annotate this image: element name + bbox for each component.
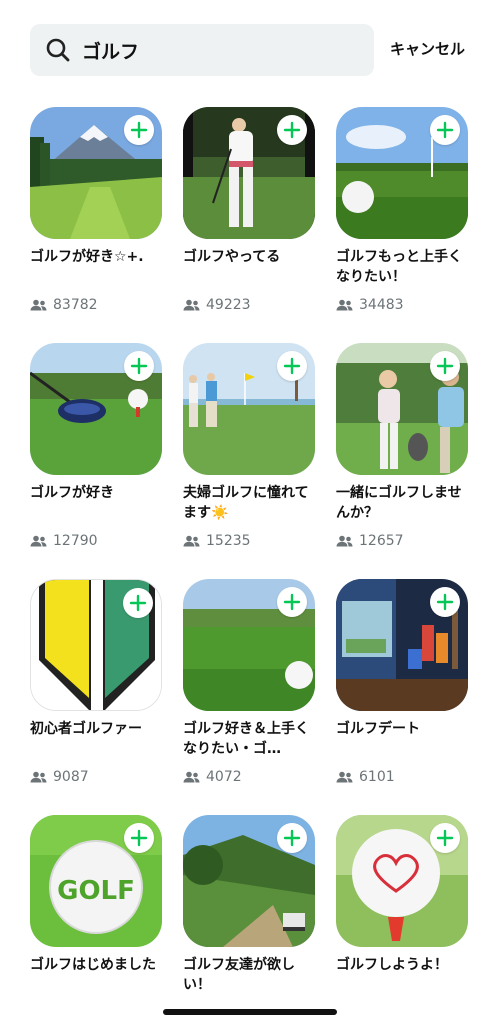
join-button[interactable] xyxy=(123,588,153,618)
member-count: 12790 xyxy=(30,533,162,549)
chat-thumbnail xyxy=(30,107,162,239)
join-button[interactable] xyxy=(124,115,154,145)
people-icon xyxy=(30,771,47,783)
cancel-button[interactable]: キャンセル xyxy=(390,38,465,59)
join-button[interactable] xyxy=(277,115,307,145)
openchat-card[interactable]: ゴルフもっと上手くなりたい！ 34483 xyxy=(336,107,468,313)
people-icon xyxy=(30,299,47,311)
chat-title: ゴルフしようよ！ xyxy=(336,957,448,973)
member-count-value: 12790 xyxy=(53,533,98,549)
chat-thumbnail xyxy=(336,107,468,239)
openchat-card[interactable]: ゴルフが好き☆+. 83782 xyxy=(30,107,162,313)
join-button[interactable] xyxy=(430,351,460,381)
member-count-value: 34483 xyxy=(359,297,404,313)
openchat-card[interactable]: 初心者ゴルファー 9087 xyxy=(30,579,162,785)
join-button[interactable] xyxy=(430,823,460,853)
plus-icon xyxy=(436,593,454,611)
chat-thumbnail xyxy=(183,107,315,239)
plus-icon xyxy=(283,593,301,611)
plus-icon xyxy=(436,829,454,847)
openchat-card[interactable]: 一緒にゴルフしませんか？ 12657 xyxy=(336,343,468,549)
openchat-card[interactable]: ゴルフが好き 12790 xyxy=(30,343,162,549)
chat-thumbnail xyxy=(336,815,468,947)
member-count-value: 6101 xyxy=(359,769,395,785)
join-button[interactable] xyxy=(277,587,307,617)
chat-title: ゴルフもっと上手くなりたい！ xyxy=(336,249,462,285)
golf-logo-text: GOLF xyxy=(57,876,135,906)
chat-thumbnail xyxy=(336,343,468,475)
openchat-card[interactable]: GOLF ゴルフはじめました xyxy=(30,815,162,995)
chat-title: ゴルフはじめました xyxy=(30,957,156,973)
member-count: 9087 xyxy=(30,769,162,785)
plus-icon xyxy=(130,829,148,847)
member-count-value: 4072 xyxy=(206,769,242,785)
chat-title: ゴルフデート xyxy=(336,721,420,737)
member-count: 12657 xyxy=(336,533,468,549)
search-results-screen: キャンセル ゴルフが好き☆+. xyxy=(0,0,499,1024)
member-count: 34483 xyxy=(336,297,468,313)
openchat-card[interactable]: ゴルフ好き＆上手くなりたい・ゴ… 4072 xyxy=(183,579,315,785)
openchat-card[interactable]: 夫婦ゴルフに憧れてます☀️ 15235 xyxy=(183,343,315,549)
chat-title: ゴルフやってる xyxy=(183,249,281,265)
member-count-value: 15235 xyxy=(206,533,251,549)
member-count: 49223 xyxy=(183,297,315,313)
member-count-value: 49223 xyxy=(206,297,251,313)
chat-thumbnail xyxy=(30,579,162,711)
chat-title: ゴルフ好き＆上手くなりたい・ゴ… xyxy=(183,721,309,757)
openchat-card[interactable]: ゴルフデート 6101 xyxy=(336,579,468,785)
people-icon xyxy=(336,771,353,783)
chat-thumbnail xyxy=(183,579,315,711)
chat-thumbnail: GOLF xyxy=(30,815,162,947)
join-button[interactable] xyxy=(277,351,307,381)
chat-thumbnail xyxy=(336,579,468,711)
chat-title: ゴルフが好き☆+. xyxy=(30,249,144,265)
plus-icon xyxy=(130,121,148,139)
openchat-card[interactable]: ゴルフしようよ！ xyxy=(336,815,468,995)
chat-title: 初心者ゴルファー xyxy=(30,721,142,737)
member-count: 4072 xyxy=(183,769,315,785)
chat-title: ゴルフ友達が欲しい！ xyxy=(183,957,295,993)
search-input[interactable] xyxy=(80,38,354,62)
home-indicator xyxy=(163,1009,337,1015)
join-button[interactable] xyxy=(430,587,460,617)
chat-thumbnail xyxy=(183,343,315,475)
join-button[interactable] xyxy=(277,823,307,853)
join-button[interactable] xyxy=(124,823,154,853)
openchat-card[interactable]: ゴルフ友達が欲しい！ xyxy=(183,815,315,995)
member-count-value: 9087 xyxy=(53,769,89,785)
people-icon xyxy=(336,535,353,547)
chat-title: 一緒にゴルフしませんか？ xyxy=(336,485,462,521)
plus-icon xyxy=(283,121,301,139)
plus-icon xyxy=(436,357,454,375)
chat-thumbnail xyxy=(183,815,315,947)
plus-icon xyxy=(283,829,301,847)
member-count-value: 12657 xyxy=(359,533,404,549)
join-button[interactable] xyxy=(124,351,154,381)
member-count: 15235 xyxy=(183,533,315,549)
people-icon xyxy=(336,299,353,311)
people-icon xyxy=(30,535,47,547)
plus-icon xyxy=(130,357,148,375)
join-button[interactable] xyxy=(430,115,460,145)
plus-icon xyxy=(283,357,301,375)
people-icon xyxy=(183,299,200,311)
member-count-value: 83782 xyxy=(53,297,98,313)
plus-icon xyxy=(436,121,454,139)
chat-title: ゴルフが好き xyxy=(30,485,114,501)
member-count: 83782 xyxy=(30,297,162,313)
search-icon xyxy=(46,38,70,62)
plus-icon xyxy=(129,594,147,612)
member-count: 6101 xyxy=(336,769,468,785)
search-bar[interactable] xyxy=(30,24,374,76)
chat-title: 夫婦ゴルフに憧れてます☀️ xyxy=(183,485,309,521)
chat-thumbnail xyxy=(30,343,162,475)
openchat-card[interactable]: ゴルフやってる 49223 xyxy=(183,107,315,313)
people-icon xyxy=(183,535,200,547)
people-icon xyxy=(183,771,200,783)
